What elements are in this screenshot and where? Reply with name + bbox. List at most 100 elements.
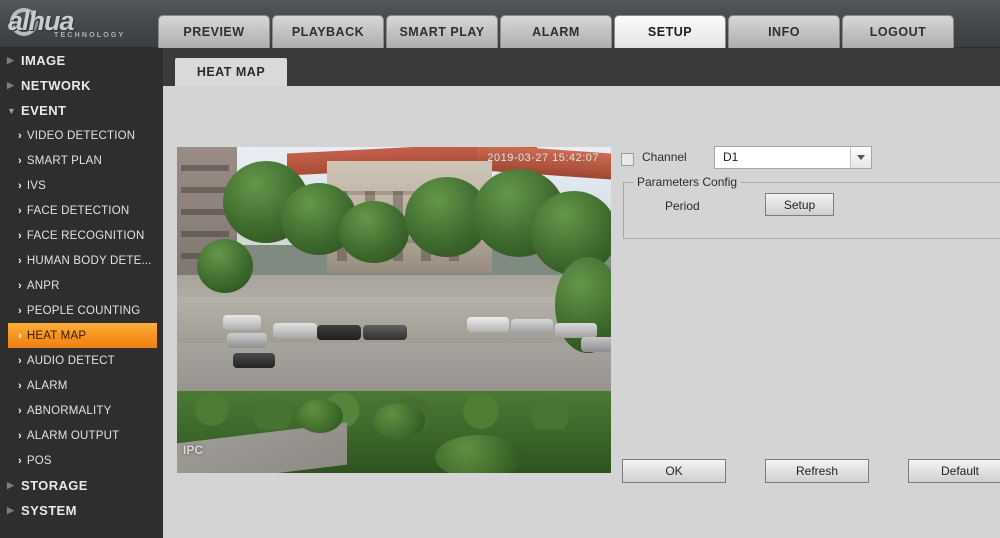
sidebar-item-human-body-dete[interactable]: › HUMAN BODY DETE...	[0, 248, 163, 273]
chevron-right-icon: ›	[18, 429, 22, 442]
sidebar-item-label: ALARM OUTPUT	[26, 429, 120, 442]
parameters-config-group: Parameters Config Period Setup	[623, 175, 1000, 239]
sidebar-group-label: EVENT	[21, 103, 67, 118]
chevron-right-icon: ›	[18, 154, 22, 167]
sidebar-item-label: SMART PLAN	[26, 154, 102, 167]
video-car	[363, 325, 407, 340]
heat-map-form: Channel D1 Parameters Config Period Setu…	[621, 146, 1000, 239]
sidebar-item-audio-detect[interactable]: › AUDIO DETECT	[0, 348, 163, 373]
channel-select[interactable]: D1	[714, 146, 872, 169]
sidebar-item-smart-plan[interactable]: › SMART PLAN	[0, 148, 163, 173]
sidebar-item-video-detection[interactable]: › VIDEO DETECTION	[0, 123, 163, 148]
sidebar-group-image[interactable]: ▶ IMAGE	[0, 48, 163, 73]
chevron-right-icon: ›	[18, 229, 22, 242]
sidebar-item-face-detection[interactable]: › FACE DETECTION	[0, 198, 163, 223]
channel-select-value: D1	[723, 150, 739, 164]
sidebar-item-label: PEOPLE COUNTING	[26, 304, 141, 317]
sidebar-item-heat-map[interactable]: › HEAT MAP	[8, 323, 157, 348]
video-car	[227, 333, 267, 348]
nav-tab-smart-play[interactable]: SMART PLAY	[386, 15, 498, 48]
sidebar-item-face-recognition[interactable]: › FACE RECOGNITION	[0, 223, 163, 248]
tab-heat-map[interactable]: HEAT MAP	[175, 58, 287, 86]
video-car	[467, 317, 509, 332]
default-button[interactable]: Default	[908, 459, 1000, 483]
chevron-right-icon: ›	[18, 379, 22, 392]
channel-checkbox[interactable]	[621, 153, 634, 166]
content-area: HEAT MAP 2019-03-27 15:42:07 IPC Channel…	[163, 48, 1000, 538]
sidebar-item-alarm[interactable]: › ALARM	[0, 373, 163, 398]
chevron-right-icon: ▶	[7, 480, 15, 490]
sidebar-item-label: IVS	[26, 179, 47, 192]
sidebar-group-label: STORAGE	[21, 478, 88, 493]
sidebar-item-label: HUMAN BODY DETE...	[26, 254, 152, 267]
main-nav: PREVIEW PLAYBACK SMART PLAY ALARM SETUP INFO L…	[158, 15, 956, 48]
chevron-right-icon: ›	[18, 454, 22, 467]
video-car	[511, 319, 553, 334]
chevron-right-icon: ▶	[7, 55, 15, 65]
brand-tagline: TECHNOLOGY	[54, 32, 126, 39]
sidebar-item-label: AUDIO DETECT	[26, 354, 115, 367]
video-osd-timestamp: 2019-03-27 15:42:07	[487, 152, 599, 164]
chevron-down-icon: ▼	[7, 105, 17, 116]
sidebar-item-label: FACE RECOGNITION	[26, 229, 145, 242]
refresh-button[interactable]: Refresh	[765, 459, 869, 483]
sidebar-item-anpr[interactable]: › ANPR	[0, 273, 163, 298]
video-car	[317, 325, 361, 340]
chevron-right-icon: ▶	[7, 80, 15, 90]
nav-tab-preview[interactable]: PREVIEW	[158, 15, 270, 48]
period-label: Period	[665, 199, 700, 213]
sidebar-item-people-counting[interactable]: › PEOPLE COUNTING	[0, 298, 163, 323]
video-car	[581, 337, 611, 352]
ok-button[interactable]: OK	[622, 459, 726, 483]
nav-tab-setup[interactable]: SETUP	[614, 15, 726, 48]
video-tree	[339, 201, 409, 263]
sidebar-group-event[interactable]: ▼ EVENT	[0, 98, 163, 123]
chevron-right-icon: ›	[18, 404, 22, 417]
sidebar-group-label: NETWORK	[21, 78, 91, 93]
sidebar-item-label: POS	[26, 454, 52, 467]
video-car	[555, 323, 597, 338]
sidebar-item-ivs[interactable]: › IVS	[0, 173, 163, 198]
sidebar-group-network[interactable]: ▶ NETWORK	[0, 73, 163, 98]
nav-tab-logout[interactable]: LOGOUT	[842, 15, 954, 48]
page-tabstrip: HEAT MAP	[163, 58, 1000, 86]
chevron-right-icon: ▶	[7, 505, 15, 515]
sidebar-item-label: HEAT MAP	[26, 329, 87, 342]
sidebar-item-label: ANPR	[26, 279, 60, 292]
sidebar-item-label: ALARM	[26, 379, 68, 392]
chevron-down-icon[interactable]	[850, 147, 871, 168]
chevron-right-icon: ›	[18, 204, 22, 217]
chevron-right-icon: ›	[18, 354, 22, 367]
video-shrub	[297, 399, 343, 433]
sidebar: ▶ IMAGE ▶ NETWORK ▼ EVENT › VIDEO DETECTION › SMA…	[0, 48, 163, 538]
parameters-config-legend: Parameters Config	[633, 175, 742, 189]
sidebar-item-alarm-output[interactable]: › ALARM OUTPUT	[0, 423, 163, 448]
heat-map-panel: 2019-03-27 15:42:07 IPC Channel D1 Param…	[163, 86, 1000, 538]
sidebar-item-label: ABNORMALITY	[26, 404, 112, 417]
nav-tab-info[interactable]: INFO	[728, 15, 840, 48]
sidebar-item-pos[interactable]: › POS	[0, 448, 163, 473]
chevron-right-icon: ›	[18, 129, 22, 142]
sidebar-group-system[interactable]: ▶ SYSTEM	[0, 498, 163, 523]
brand-logo: alhua TECHNOLOGY	[8, 2, 153, 46]
chevron-right-icon: ›	[18, 179, 22, 192]
video-car	[233, 353, 275, 368]
chevron-right-icon: ›	[18, 279, 22, 292]
video-preview[interactable]: 2019-03-27 15:42:07 IPC	[177, 147, 611, 473]
channel-row: Channel D1	[621, 146, 1000, 176]
sidebar-group-storage[interactable]: ▶ STORAGE	[0, 473, 163, 498]
sidebar-group-label: IMAGE	[21, 53, 66, 68]
video-car	[273, 323, 317, 338]
sidebar-item-label: VIDEO DETECTION	[26, 129, 136, 142]
dahua-setup-page: alhua TECHNOLOGY PREVIEW PLAYBACK SMART PL…	[0, 0, 1000, 538]
video-car	[223, 315, 261, 330]
sidebar-item-label: FACE DETECTION	[26, 204, 130, 217]
action-button-row: OK Refresh Default	[622, 459, 1000, 483]
channel-label: Channel	[642, 150, 687, 164]
nav-tab-playback[interactable]: PLAYBACK	[272, 15, 384, 48]
video-shrub	[373, 403, 425, 439]
sidebar-group-label: SYSTEM	[21, 503, 77, 518]
period-setup-button[interactable]: Setup	[765, 193, 834, 216]
nav-tab-alarm[interactable]: ALARM	[500, 15, 612, 48]
sidebar-item-abnormality[interactable]: › ABNORMALITY	[0, 398, 163, 423]
